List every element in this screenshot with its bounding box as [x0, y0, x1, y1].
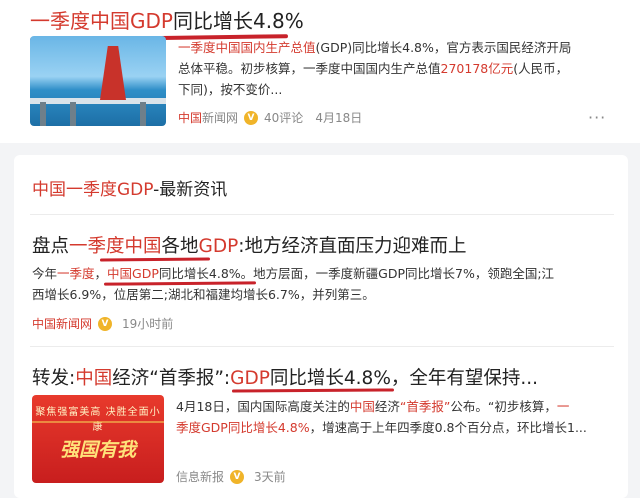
publish-date: 4月18日 — [315, 111, 363, 125]
title-highlight: 中国 — [75, 368, 113, 389]
snippet-text: 今年 — [32, 266, 58, 281]
verified-icon: V — [230, 469, 245, 484]
snippet-text: (GDP)同比增长4.8%，官方表示国民经济开局 — [315, 40, 572, 55]
snippet-text: 4月18日，国内国际高度关注的 — [176, 399, 350, 414]
result-meta: 中国新闻网 V 40评论 4月18日 — [178, 109, 362, 126]
snippet-text: 西增长6.9%，位居第二;湖北和福建均增长6.7%，并列第三。 — [32, 287, 375, 302]
source-name[interactable]: 中国新闻网 — [32, 315, 92, 332]
title-text: 同比增长4.8%，全年有望保持... — [269, 368, 539, 389]
snippet-text: 公布。“初步核算， — [450, 399, 557, 414]
source-rest: 新闻网 — [202, 111, 239, 125]
snippet-text: ， — [94, 266, 108, 281]
news-title-link[interactable]: 盘点一季度中国各地GDP:地方经济直面压力迎难而上 — [32, 232, 467, 258]
divider — [30, 214, 614, 215]
title-text: 盘点 — [32, 236, 70, 257]
snippet-highlight: 中国GDP — [107, 266, 159, 281]
source-name[interactable]: 信息新报 — [176, 468, 224, 485]
bridge-pier — [70, 102, 76, 126]
title-highlight: GDP — [198, 236, 239, 257]
publish-time: 19小时前 — [122, 317, 174, 331]
title-rest: 同比增长4.8% — [172, 9, 304, 33]
result-title-link[interactable]: 一季度中国GDP同比增长4.8% — [29, 5, 304, 42]
decorative-stripe — [32, 421, 164, 423]
more-options-icon[interactable]: ··· — [588, 108, 606, 127]
thumbnail-slogan: 聚焦强富美高 决胜全面小康 — [35, 407, 161, 433]
thumbnail-headline: 强国有我 — [59, 439, 136, 461]
snippet-highlight: 一 — [556, 399, 570, 414]
crane-shape — [100, 46, 126, 100]
snippet-highlight: 中国 — [349, 399, 375, 414]
news-snippet: 4月18日，国内国际高度关注的中国经济“首季报”公布。“初步核算，一 季度GDP… — [176, 396, 622, 438]
result-snippet: 一季度中国国内生产总值(GDP)同比增长4.8%，官方表示国民经济开局 总体平稳… — [178, 37, 618, 100]
section-title-highlight: 中国一季度GDP — [32, 180, 154, 200]
source-highlight: 中国 — [178, 111, 203, 125]
title-text: 经济“首季报”: — [112, 368, 231, 389]
bridge-thumbnail[interactable] — [30, 36, 166, 126]
divider — [30, 346, 614, 347]
snippet-text: 同比增长4.8%。地方层面，一季度新疆GDP同比增长7%，领跑全国;江 — [158, 266, 555, 281]
verified-icon: V — [98, 316, 113, 331]
title-text: 各地 — [161, 236, 199, 257]
title-text: 转发: — [32, 368, 76, 389]
publish-time: 3天前 — [254, 470, 286, 484]
snippet-highlight: 一季度中国国内生产总值 — [178, 40, 316, 55]
snippet-highlight: 一季度 — [57, 266, 95, 281]
comment-count[interactable]: 40评论 — [264, 109, 303, 126]
section-title-rest: -最新资讯 — [153, 180, 228, 200]
snippet-text: (人民币， — [513, 61, 569, 76]
snippet-text: ，增速高于上年四季度0.8个百分点，环比增长1... — [309, 420, 587, 435]
title-highlight: GDP — [230, 368, 270, 389]
section-title-link[interactable]: 中国一季度GDP-最新资讯 — [32, 175, 227, 200]
news-thumbnail[interactable]: 聚焦强富美高 决胜全面小康 强国有我 — [32, 395, 164, 483]
snippet-text: 总体平稳。初步核算，一季度中国国内生产总值 — [178, 61, 441, 76]
source-name[interactable]: 中国新闻网 — [178, 109, 238, 126]
bridge-pier — [140, 102, 146, 126]
verified-icon: V — [244, 110, 259, 125]
bridge-pier — [40, 102, 46, 126]
title-text: :地方经济直面压力迎难而上 — [238, 236, 467, 257]
news-meta: 中国新闻网 V 19小时前 — [32, 315, 173, 332]
title-highlight: 一季度中国GDP — [30, 9, 173, 33]
snippet-highlight: “首季报” — [399, 399, 451, 414]
snippet-highlight: 270178亿元 — [440, 61, 514, 76]
news-meta: 信息新报 V 3天前 — [176, 468, 286, 485]
news-title-link[interactable]: 转发:中国经济“首季报”:GDP同比增长4.8%，全年有望保持... — [32, 364, 538, 390]
snippet-text: 下同)，按不变价... — [178, 82, 283, 97]
snippet-highlight: 季度GDP同比增长4.8% — [176, 420, 310, 435]
title-highlight: 一季度中国 — [69, 236, 162, 257]
snippet-text: 经济 — [374, 399, 400, 414]
